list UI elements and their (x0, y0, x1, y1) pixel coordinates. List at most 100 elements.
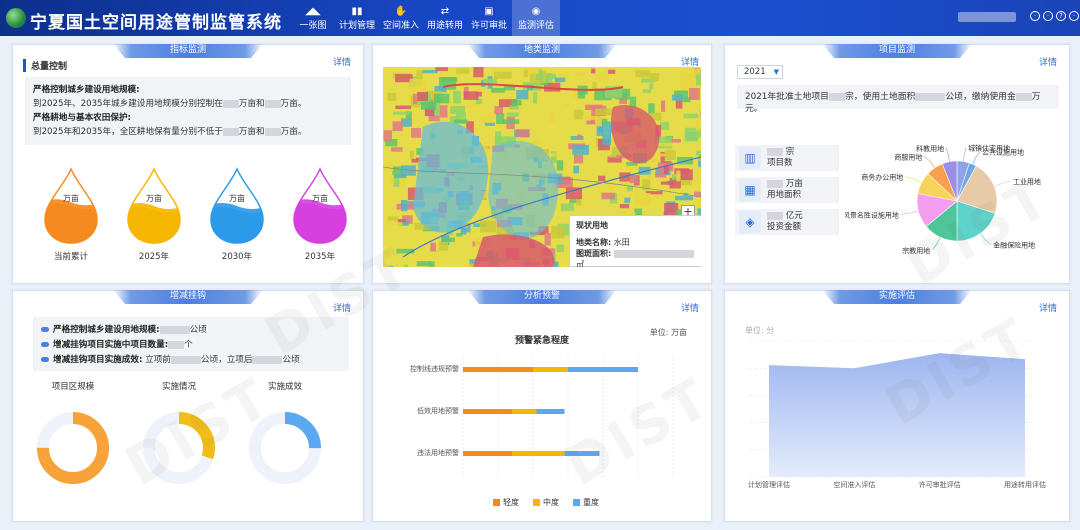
transfer-icon: ⇄ (440, 5, 450, 17)
nav-item-5[interactable]: ◉ 监测评估 (512, 0, 560, 36)
bullet-icon (41, 357, 49, 362)
project-panel-title: 项目监测 (822, 44, 972, 58)
stat-unit: 宗 (785, 147, 795, 157)
pie-label: 商务办公用地 (861, 172, 903, 181)
farmland-text: 到2025年和2035年，全区耕地保有量分别不低于 万亩和 万亩。 (33, 125, 343, 139)
pie-label: 商服用地 (894, 152, 922, 161)
bar-segment[interactable] (512, 451, 565, 456)
bar-segment[interactable] (568, 367, 638, 372)
redacted-value (222, 127, 239, 136)
map-fold-icon: ◢◣ (305, 5, 321, 17)
nav-item-label: 监测评估 (517, 20, 554, 31)
map-info-popup: 现状用地 地类名称: 水田 图斑面积: ㎡ (569, 215, 701, 267)
warning-detail-link[interactable]: 详情 (681, 301, 699, 314)
pie-leader-line (972, 151, 981, 165)
indicator-panel-title: 指标监测 (113, 44, 263, 58)
year-select[interactable]: 2021 ▼ (737, 65, 783, 79)
pie-label: 宗教用地 (902, 246, 930, 255)
nav-item-3[interactable]: ⇄ 用途转用 (424, 0, 466, 36)
total-control-heading-text: 总量控制 (31, 62, 68, 72)
help-icon[interactable]: ? (1056, 11, 1066, 21)
drop-icon: 万亩 (210, 167, 264, 244)
power-icon[interactable]: · (1069, 11, 1079, 21)
project-detail-link[interactable]: 详情 (1039, 55, 1057, 68)
farmland-text-c: 万亩。 (280, 127, 307, 137)
hand-icon: ✋ (394, 5, 408, 17)
nav-item-4[interactable]: ▣ 许可审批 (468, 0, 510, 36)
bar-segment[interactable] (463, 367, 533, 372)
build-land-text-a: 到2025年、2035年城乡建设用地规模分别控制在 (33, 99, 223, 109)
bar-segment[interactable] (512, 409, 537, 414)
stat-unit: 亿元 (785, 211, 803, 221)
nav-item-0[interactable]: ◢◣ 一张图 (292, 0, 334, 36)
nav-item-label: 一张图 (299, 20, 327, 31)
stat-value: 宗 (767, 147, 794, 158)
increase-panel-title: 增减挂钩 (113, 290, 263, 304)
evaluation-detail-link[interactable]: 详情 (1039, 301, 1057, 314)
evaluation-area-chart: 计划管理评估 空间准入评估 许可审批评估 用途转用评估 (748, 340, 1046, 489)
popup-type-value: 水田 (613, 238, 630, 247)
pie-leader-line (945, 147, 950, 162)
redacted-value (613, 249, 694, 258)
land-use-map[interactable]: + 现状用地 地类名称: 水田 图斑面积: ㎡ (383, 67, 701, 267)
redacted-value (767, 211, 783, 220)
popup-type-label: 地类名称: (576, 238, 612, 247)
legend-item: 重度 (573, 497, 599, 508)
farmland-heading: 严格耕地与基本农田保护: (33, 113, 131, 123)
drop-label: 当前累计 (53, 252, 88, 262)
increase-l2b: 个 (184, 340, 193, 350)
pie-leader-line (932, 237, 941, 251)
indicator-detail-link[interactable]: 详情 (333, 55, 351, 68)
drop-icon: 万亩 (127, 167, 181, 244)
build-land-text: 到2025年、2035年城乡建设用地规模分别控制在 万亩和 万亩。 (33, 97, 343, 111)
bar-segment[interactable] (533, 367, 568, 372)
evaluation-panel-title: 实施评估 (822, 290, 972, 304)
increase-panel: 增减挂钩 详情 严格控制城乡建设用地规模: 公顷 增减挂钩项目实施中项目数量: 个 … (12, 290, 364, 522)
progress-ring (143, 412, 215, 484)
notification-icon[interactable]: · (1030, 11, 1040, 21)
bar-segment[interactable] (564, 451, 600, 456)
settings-icon[interactable]: · (1043, 11, 1053, 21)
popup-area-unit: ㎡ (576, 260, 584, 267)
increase-l3b: 立项前 (145, 355, 171, 365)
land-use-pie-chart: 城镇住宅用地公共设施用地工业用地金融保险用地宗教用地风景名胜设施用地商务办公用地… (845, 144, 1041, 255)
warning-panel: 分析预警 详情 单位: 万亩 预警紧急程度 控制线违规预警 低效用地预警 违法用地预… (372, 290, 712, 522)
warning-chart-legend: 轻度 中度 重度 (493, 497, 599, 508)
stat-label: 用地面积 (767, 190, 802, 200)
increase-detail-link[interactable]: 详情 (333, 301, 351, 314)
project-summary: 2021年批准土地项目 宗，使用土地面积 公顷，缴纳使用金 万元。 (737, 85, 1059, 114)
drop-gauge: 万亩 2035年 (290, 167, 350, 262)
bar-category-label: 低效用地预警 (417, 406, 459, 415)
bar-segment[interactable] (536, 409, 565, 414)
increase-info-box: 严格控制城乡建设用地规模: 公顷 增减挂钩项目实施中项目数量: 个 增减挂钩项目实施… (33, 317, 349, 371)
books-icon: ▥ (739, 147, 761, 169)
chevron-down-icon: ▼ (773, 68, 779, 76)
pie-label: 公共设施用地 (982, 147, 1024, 156)
nav-item-1[interactable]: ▮▮ 计划管理 (336, 0, 378, 36)
stat-value: 亿元 (767, 211, 803, 222)
nav-item-2[interactable]: ✋ 空间准入 (380, 0, 422, 36)
bar-chart-icon: ▮▮ (351, 5, 363, 17)
area-category-label: 用途转用评估 (1004, 480, 1046, 489)
increase-l1a: 严格控制城乡建设用地规模: (53, 325, 160, 335)
area-category-label: 空间准入评估 (833, 480, 875, 489)
bar-segment[interactable] (463, 451, 512, 456)
stat-row: ▦ 万亩 用地面积 (735, 177, 839, 203)
globe-logo-icon (6, 8, 26, 28)
nav-item-label: 许可审批 (470, 20, 507, 31)
user-name-redacted[interactable] (958, 12, 1016, 22)
indicator-panel: 指标监测 详情 总量控制 严格控制城乡建设用地规模: 到2025年、2035年城… (12, 44, 364, 284)
landtype-panel: 地类监测 详情 + 现状用地 地类名称: 水田 图斑面积: ㎡ (372, 44, 712, 284)
stat-row: ◈ 亿元 投资金额 (735, 209, 839, 235)
drop-unit-label: 万亩 (63, 193, 79, 203)
pie-leader-line (980, 233, 992, 245)
legend-label: 中度 (543, 498, 559, 507)
pie-label: 科教用地 (916, 144, 944, 153)
stat-label: 项目数 (767, 158, 793, 168)
pie-leader-line (994, 180, 1011, 187)
bar-segment[interactable] (463, 409, 512, 414)
farmland-text-b: 万亩和 (238, 127, 265, 137)
drop-label: 2025年 (138, 252, 170, 262)
main-nav: ◢◣ 一张图 ▮▮ 计划管理 ✋ 空间准入 ⇄ 用途转用 ▣ 许可审批 ◉ 监测评估 (292, 0, 562, 36)
drop-gauge: 万亩 当前累计 (41, 167, 101, 262)
